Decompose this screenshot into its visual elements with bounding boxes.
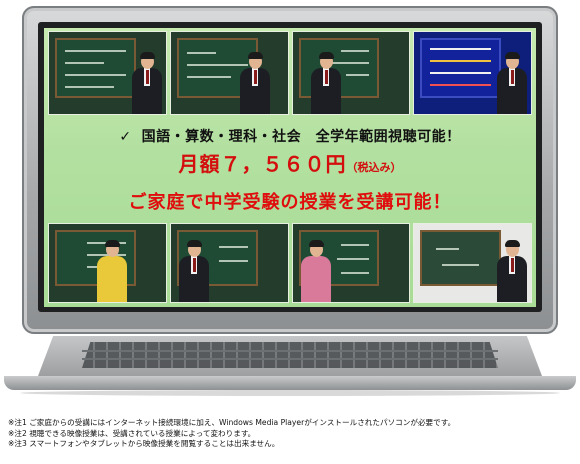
- laptop-front-edge: [4, 376, 576, 390]
- teacher-figure: [310, 52, 341, 114]
- teacher-figure: [300, 240, 331, 302]
- lesson-thumb-venn-diagram: [413, 223, 532, 303]
- footnotes: ※注1 ご家庭からの受講にはインターネット接続環境に加え、Windows Med…: [8, 418, 574, 450]
- thumbnail-row-bottom: [48, 223, 532, 303]
- laptop-illustration: ✓ 国語・算数・理科・社会 全学年範囲視聴可能！ 月額７，５６０円（税込み） ご家…: [0, 0, 580, 464]
- note-1: ※注1 ご家庭からの受講にはインターネット接続環境に加え、Windows Med…: [8, 418, 456, 427]
- lesson-thumb-geometry: [48, 223, 167, 303]
- teacher-figure: [497, 52, 527, 114]
- laptop-base: [0, 334, 580, 396]
- tax-note: （税込み）: [346, 161, 402, 174]
- teacher-figure: [239, 52, 270, 114]
- teacher-figure: [131, 52, 162, 114]
- teacher-figure: [97, 240, 127, 302]
- teacher-figure: [497, 240, 527, 302]
- lesson-thumb-english-blue-slide: [413, 31, 532, 115]
- slide: [420, 38, 501, 98]
- price-text: 月額７，５６０円: [178, 152, 347, 176]
- thumbnail-row-top: [48, 31, 532, 115]
- teacher-figure: [178, 240, 209, 302]
- note-3: ※注3 スマートフォンやタブレットから映像授業を閲覧することは出来ません。: [8, 439, 280, 448]
- price-line: 月額７，５６０円（税込み）: [44, 148, 536, 177]
- lesson-thumb-social-board: [169, 223, 289, 303]
- lesson-thumb-math-grid: [48, 31, 167, 115]
- keyboard: [82, 342, 498, 368]
- subjects-text: 国語・算数・理科・社会 全学年範囲視聴可能！: [141, 129, 461, 145]
- chalkboard: [420, 230, 501, 286]
- promo-text: ✓ 国語・算数・理科・社会 全学年範囲視聴可能！ 月額７，５６０円（税込み） ご家…: [44, 118, 536, 222]
- laptop-screen: ✓ 国語・算数・理科・社会 全学年範囲視聴可能！ 月額７，５６０円（税込み） ご家…: [44, 28, 536, 307]
- lesson-thumb-equation: [291, 223, 411, 303]
- note-2: ※注2 視聴できる映像授業は、受講されている授業によって変わります。: [8, 428, 256, 438]
- lesson-thumb-japanese-board: [291, 31, 411, 115]
- lesson-thumb-science-diagram: [169, 31, 289, 115]
- check-icon: ✓: [119, 129, 132, 145]
- subjects-line: ✓ 国語・算数・理科・社会 全学年範囲視聴可能！: [44, 126, 536, 146]
- tagline: ご家庭で中学受験の授業を受講可能！: [128, 192, 452, 213]
- laptop-shadow: [20, 390, 560, 396]
- chalkboard: [55, 38, 136, 98]
